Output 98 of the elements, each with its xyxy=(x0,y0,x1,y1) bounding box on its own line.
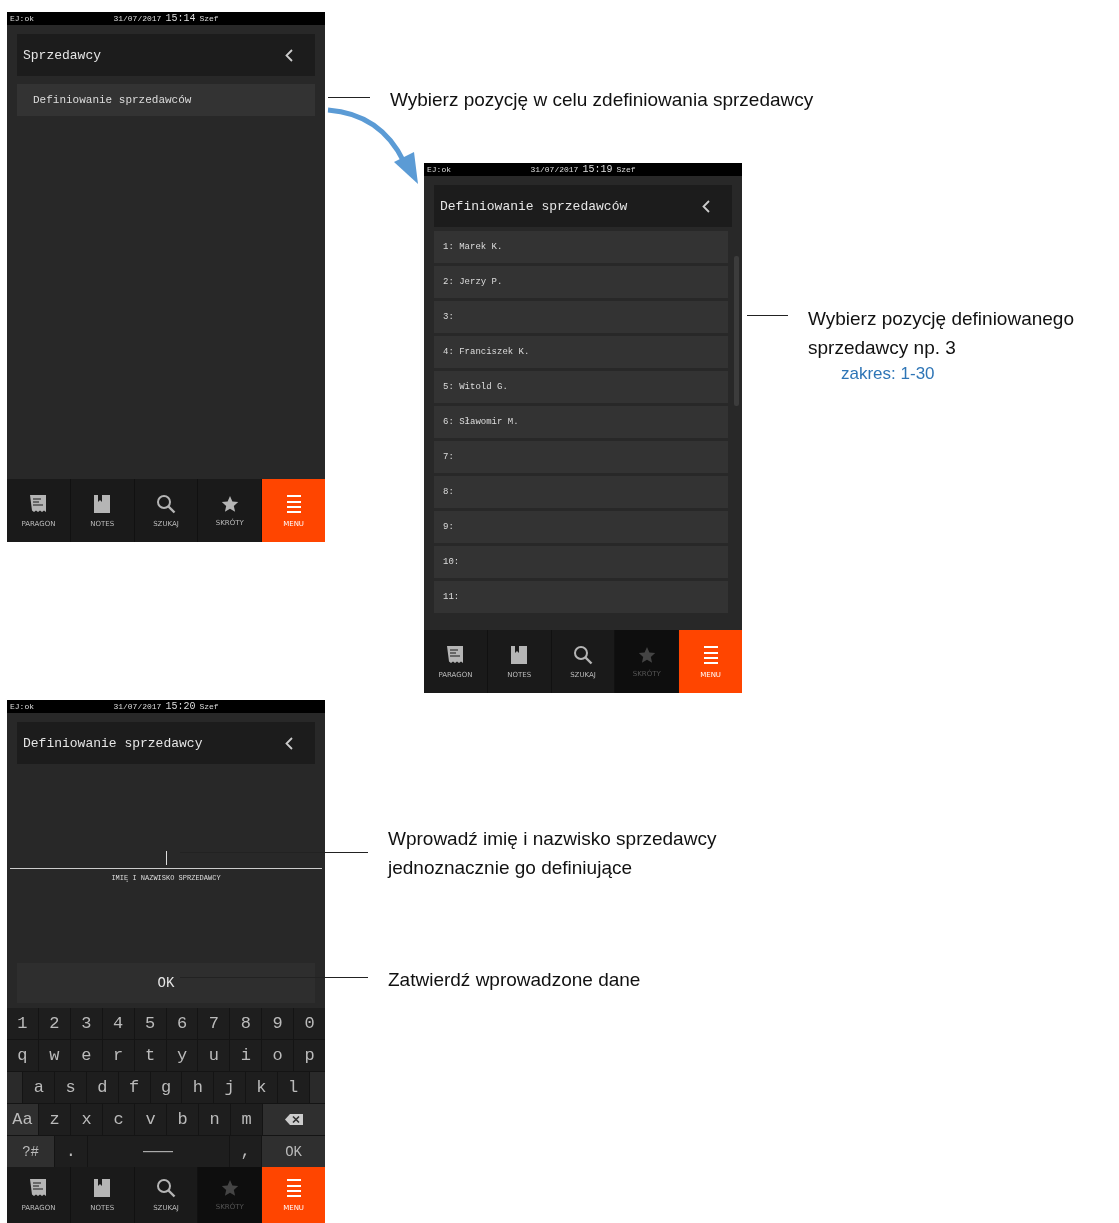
list-item[interactable]: 7: xyxy=(434,441,728,473)
keyboard-key[interactable]: k xyxy=(246,1072,277,1103)
keyboard-key[interactable]: n xyxy=(199,1104,230,1135)
list-item[interactable]: 4: Franciszek K. xyxy=(434,336,728,368)
receipt-icon xyxy=(446,644,465,665)
keyboard-key[interactable]: e xyxy=(70,1040,102,1071)
keyboard-key[interactable]: 9 xyxy=(262,1008,294,1039)
keyboard-key[interactable]: , xyxy=(229,1136,262,1167)
search-icon xyxy=(156,1178,176,1198)
annotation-text: Wprowadź imię i nazwisko sprzedawcy jednoznacznie go definiujące xyxy=(388,827,718,880)
journal-status: EJ:ok xyxy=(427,165,452,174)
list-item[interactable]: 10: xyxy=(434,546,728,578)
keyboard-key[interactable]: 7 xyxy=(198,1008,230,1039)
star-icon xyxy=(220,1179,239,1197)
list-item[interactable]: 9: xyxy=(434,511,728,543)
keyboard-key[interactable]: 4 xyxy=(102,1008,134,1039)
keyboard-spacer xyxy=(7,1072,23,1103)
screen-title: Definiowanie sprzedawców xyxy=(440,198,628,214)
keyboard-key[interactable]: 3 xyxy=(70,1008,102,1039)
date-text: 31/07/2017 xyxy=(113,14,162,23)
keyboard-key[interactable]: z xyxy=(39,1104,70,1135)
search-icon xyxy=(573,644,593,665)
date-text: 31/07/2017 xyxy=(113,702,162,711)
time-text: 15:14 xyxy=(165,13,196,24)
back-chevron-icon[interactable] xyxy=(285,48,293,62)
space-bar-icon xyxy=(143,1150,174,1153)
star-icon xyxy=(220,494,239,513)
keyboard-key[interactable]: i xyxy=(230,1040,262,1071)
keyboard-key[interactable]: y xyxy=(166,1040,198,1071)
keyboard-key[interactable]: r xyxy=(102,1040,134,1071)
name-input-field[interactable] xyxy=(10,865,322,869)
keyboard-key[interactable]: h xyxy=(182,1072,214,1103)
keyboard-key[interactable]: 5 xyxy=(134,1008,166,1039)
receipt-icon xyxy=(29,493,48,514)
keyboard-key[interactable]: 8 xyxy=(230,1008,262,1039)
keyboard-key[interactable]: c xyxy=(103,1104,134,1135)
keyboard-key[interactable]: l xyxy=(277,1072,309,1103)
journal-status: EJ:ok xyxy=(10,14,35,23)
list-item[interactable]: 8: xyxy=(434,476,728,508)
keyboard-key[interactable]: o xyxy=(262,1040,294,1071)
list-item[interactable]: 3: xyxy=(434,301,728,333)
user-text: Szef xyxy=(616,165,636,174)
leader-line xyxy=(328,97,370,98)
keyboard-key[interactable]: b xyxy=(167,1104,198,1135)
keyboard-key[interactable]: j xyxy=(214,1072,245,1103)
keyboard-key[interactable]: d xyxy=(87,1072,118,1103)
list-item[interactable]: 6: Sławomir M. xyxy=(434,406,728,438)
keyboard-key[interactable]: . xyxy=(55,1136,87,1167)
list-item[interactable]: 11: xyxy=(434,581,728,613)
time-text: 15:20 xyxy=(165,701,196,712)
keyboard-key[interactable]: w xyxy=(38,1040,70,1071)
back-chevron-icon[interactable] xyxy=(285,736,293,750)
shift-key[interactable]: Aa xyxy=(7,1104,38,1135)
search-icon xyxy=(156,493,176,514)
date-text: 31/07/2017 xyxy=(530,165,579,174)
annotation-text: Zatwierdź wprowadzone dane xyxy=(388,968,642,992)
backspace-icon xyxy=(285,1114,303,1125)
annotation-text: Wybierz pozycję definiowanego sprzedawcy np. 3 xyxy=(808,307,1075,360)
list-item[interactable]: 1: Marek K. xyxy=(434,231,728,263)
keyboard-key[interactable]: v xyxy=(135,1104,166,1135)
list-item[interactable]: 2: Jerzy P. xyxy=(434,266,728,298)
time-text: 15:19 xyxy=(582,164,613,175)
notebook-icon xyxy=(93,493,112,514)
annotation-text: Wybierz pozycję w celu zdefiniowania sprzedawcy xyxy=(390,88,815,112)
keyboard-key[interactable]: s xyxy=(55,1072,86,1103)
journal-status: EJ:ok xyxy=(10,702,35,711)
menu-item[interactable]: Definiowanie sprzedawców xyxy=(17,84,315,116)
keyboard-key[interactable]: 0 xyxy=(294,1008,325,1039)
keyboard-key[interactable]: 6 xyxy=(166,1008,198,1039)
keyboard-key[interactable]: a xyxy=(23,1072,55,1103)
keyboard-key[interactable]: u xyxy=(198,1040,230,1071)
leader-line xyxy=(747,315,788,316)
screen-title: Definiowanie sprzedawcy xyxy=(23,735,203,751)
ok-key[interactable]: OK xyxy=(262,1136,325,1167)
keyboard-key[interactable]: 2 xyxy=(38,1008,70,1039)
keyboard-key[interactable]: t xyxy=(134,1040,166,1071)
symbols-key[interactable]: ?# xyxy=(7,1136,55,1167)
user-text: Szef xyxy=(199,702,219,711)
ok-button[interactable]: OK xyxy=(17,963,315,1003)
keyboard-key[interactable]: 1 xyxy=(7,1008,38,1039)
receipt-icon xyxy=(29,1178,48,1198)
text-cursor xyxy=(165,851,167,865)
back-chevron-icon[interactable] xyxy=(702,199,710,213)
notebook-icon xyxy=(93,1178,112,1198)
user-text: Szef xyxy=(199,14,219,23)
keyboard-key[interactable]: m xyxy=(231,1104,262,1135)
range-note: zakres: 1-30 xyxy=(841,363,936,385)
backspace-key[interactable] xyxy=(263,1104,325,1135)
keyboard-key[interactable]: x xyxy=(71,1104,102,1135)
keyboard-key[interactable]: f xyxy=(118,1072,150,1103)
list-item[interactable]: 5: Witold G. xyxy=(434,371,728,403)
keyboard-spacer xyxy=(309,1072,325,1103)
keyboard-key[interactable]: q xyxy=(7,1040,38,1071)
star-icon xyxy=(637,645,656,664)
notebook-icon xyxy=(510,644,529,665)
keyboard-key[interactable]: p xyxy=(294,1040,325,1071)
keyboard-key[interactable]: g xyxy=(150,1072,182,1103)
screen-title: Sprzedawcy xyxy=(23,47,101,63)
